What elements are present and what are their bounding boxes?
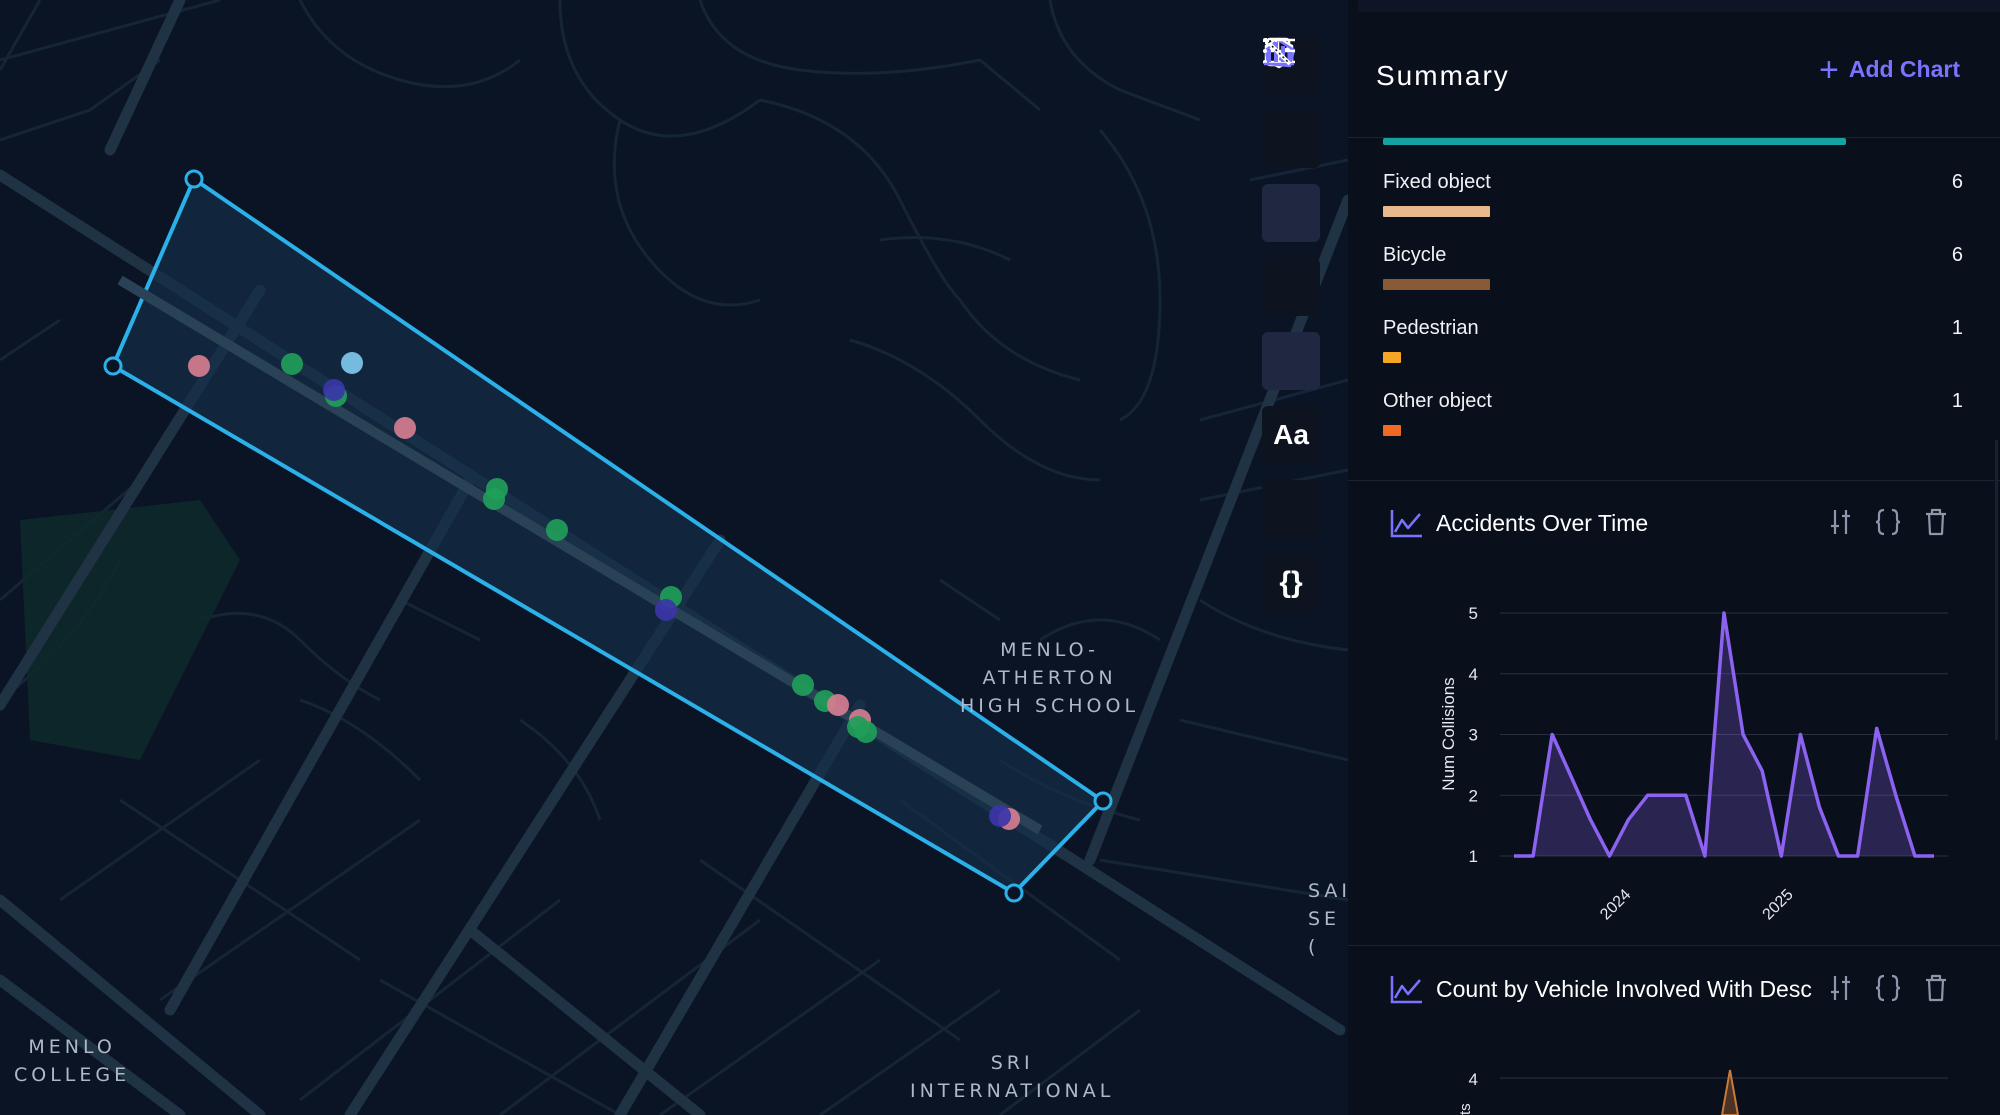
y-tick-label: 5 [1469,604,1478,623]
collision-point[interactable] [281,353,303,375]
y-tick-label: 2 [1469,786,1478,805]
category-bar [1383,206,1490,217]
category-name: Pedestrian [1383,317,1479,339]
list-view-button[interactable] [1262,38,1320,316]
divider [1348,480,2000,481]
accidents-over-time-chart[interactable]: 1 2 3 4 5 Num Collisions 2024 2025 [1348,508,2000,938]
collision-point[interactable] [394,417,416,439]
y-axis-label-cut: ts [1457,1103,1474,1115]
text-style-button[interactable]: Aa [1262,406,1320,464]
divider [1348,945,2000,946]
place-label-menlo-college: MENLO COLLEGE [14,1036,131,1086]
category-count: 6 [1951,244,1963,266]
plus-icon: + [1818,50,1839,89]
collision-point[interactable] [546,519,568,541]
polygon-vertex-handle[interactable] [1093,791,1113,811]
category-name: Fixed object [1383,171,1491,193]
map-canvas[interactable] [0,0,1348,1115]
collision-point[interactable] [855,721,877,743]
list-item: Fixed object 6 [1383,171,1963,217]
category-count: 1 [1951,390,1963,412]
collision-point[interactable] [188,355,210,377]
scrollbar[interactable] [1995,440,1998,740]
x-tick-label: 2024 [1597,886,1634,923]
y-axis-label: Num Collisions [1439,677,1458,790]
list-item: Pedestrian 1 [1383,317,1963,363]
list-item: Other object 1 [1383,390,1963,436]
polygon-vertex-handle[interactable] [1004,883,1024,903]
y-tick-label: 1 [1469,847,1478,866]
summary-panel: Summary + Add Chart Fixed object 6 Bicyc… [1348,0,2000,1115]
category-count: 1 [1951,317,1963,339]
category-name: Other object [1383,390,1492,412]
collision-point[interactable] [989,805,1011,827]
y-tick-label: 4 [1469,665,1478,684]
collision-point[interactable] [655,599,677,621]
code-braces-icon: {} [1279,566,1303,599]
add-chart-label: Add Chart [1848,56,1960,82]
magic-wand-icon [1263,38,1292,66]
text-icon: Aa [1273,419,1309,450]
draw-polygon-button[interactable] [1262,38,1320,242]
place-label-sri: SRI INTERNATIONAL [910,1052,1115,1102]
y-tick-label: 4 [1469,1070,1478,1089]
collision-point[interactable] [341,352,363,374]
polygon-vertex-handle[interactable] [103,356,123,376]
x-tick-label: 2025 [1760,886,1797,923]
polygon-vertex-handle[interactable] [184,169,204,189]
3d-view-button[interactable] [1262,37,1320,168]
collision-point[interactable] [827,694,849,716]
place-label-menlo-atherton: MENLO- ATHERTON HIGH SCHOOL [960,639,1140,717]
collision-point[interactable] [792,674,814,696]
category-count: 6 [1951,171,1963,193]
charts-button[interactable] [1262,42,1320,390]
map-view[interactable]: MENLO- ATHERTON HIGH SCHOOL MENLO COLLEG… [0,0,1348,1115]
collision-point[interactable] [323,379,345,401]
category-bar [1383,279,1490,290]
panel-top-strip [1358,0,2000,12]
place-label-cut-off: SAI SE ( [1308,880,1352,958]
chart-card-count-by-vehicle: Count by Vehicle Involved With Desc 4 ts [1348,974,2000,1115]
panel-title: Summary [1376,60,1510,91]
collision-point[interactable] [483,488,505,510]
series-area [1720,1069,1740,1115]
selection-polygon[interactable] [103,169,1113,903]
chart-card-accidents-over-time: Accidents Over Time 1 2 3 4 5 Num Collisions 2… [1348,508,2000,938]
map-toolbar: Aa {} [1262,36,1326,612]
category-bar [1383,425,1401,436]
category-name: Bicycle [1383,244,1447,266]
magic-wand-button[interactable] [1262,38,1320,538]
add-chart-button[interactable]: + Add Chart [1818,50,1960,89]
count-by-vehicle-chart[interactable]: 4 ts [1348,974,2000,1115]
category-bar-top [1383,138,1846,145]
code-view-button[interactable]: {} [1262,554,1320,612]
list-item: Bicycle 6 [1383,244,1963,290]
category-bar [1383,352,1401,363]
y-tick-label: 3 [1469,726,1478,745]
